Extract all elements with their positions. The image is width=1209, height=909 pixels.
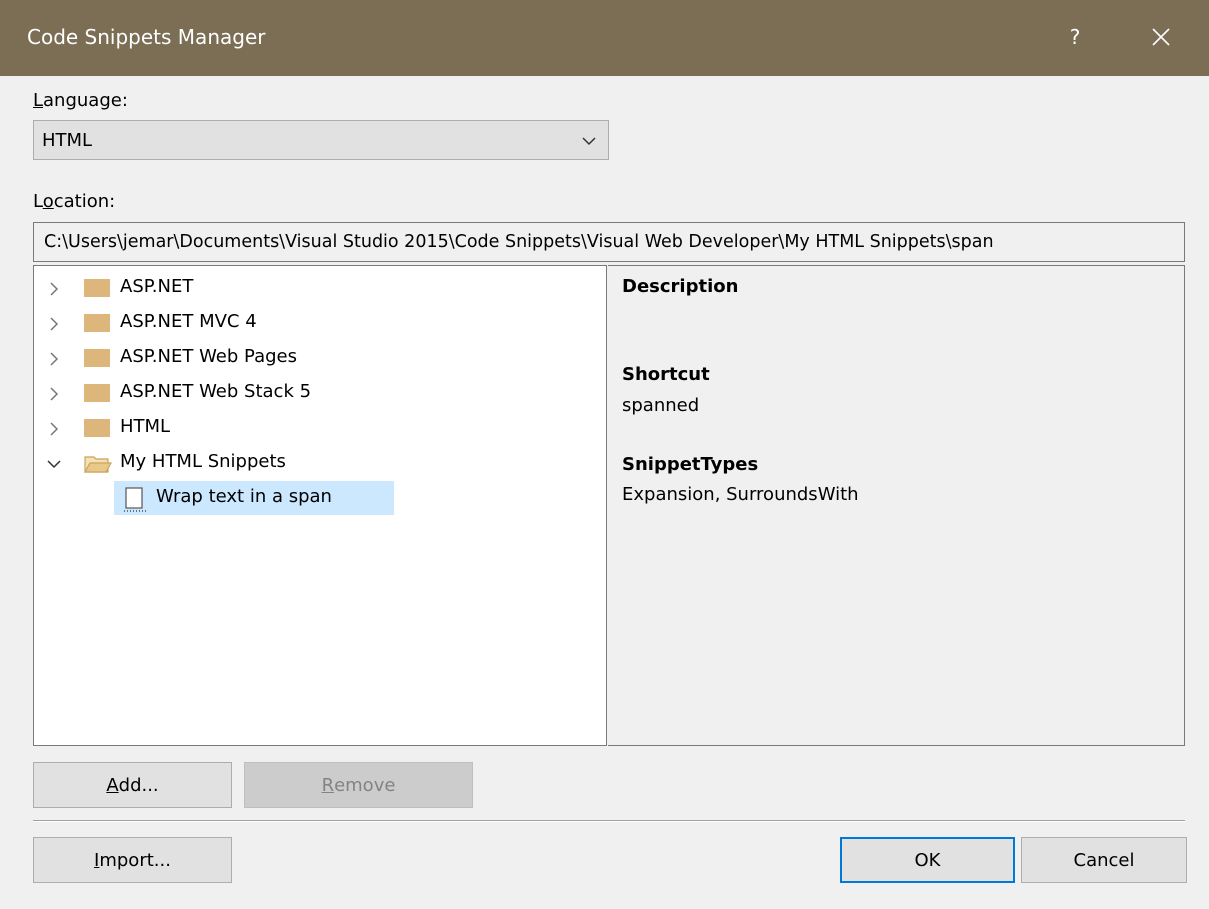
language-select[interactable]: HTML [33,120,609,160]
folder-open-icon [84,456,112,473]
tree-item-label: HTML [120,416,171,437]
tree-item-label: ASP.NET [120,276,194,297]
chevron-right-icon[interactable] [46,421,62,437]
cancel-button[interactable]: Cancel [1021,837,1187,883]
folder-icon [84,279,110,297]
folder-icon [84,419,110,437]
chevron-right-icon[interactable] [46,386,62,402]
chevron-down-icon[interactable] [46,456,62,472]
snippet-types-heading: SnippetTypes [622,454,759,475]
folder-icon [84,349,110,367]
add-button[interactable]: Add... [33,762,232,808]
shortcut-heading: Shortcut [622,364,710,385]
details-panel: Description Shortcut spanned SnippetType… [608,265,1185,746]
folder-icon [84,314,110,332]
snippet-tree[interactable]: ASP.NET ASP.NET MVC 4 ASP.NET Web Pages … [33,265,607,746]
tree-item-aspnet-web-stack-5[interactable]: ASP.NET Web Stack 5 [34,376,594,410]
chevron-right-icon[interactable] [46,316,62,332]
help-button[interactable]: ? [1052,14,1098,60]
tree-item-aspnet[interactable]: ASP.NET [34,271,594,305]
shortcut-value: spanned [622,395,700,416]
tree-item-label: ASP.NET Web Stack 5 [120,381,312,402]
chevron-right-icon[interactable] [46,281,62,297]
separator-highlight [33,821,1185,822]
tree-item-aspnet-mvc4[interactable]: ASP.NET MVC 4 [34,306,594,340]
remove-button[interactable]: Remove [244,762,473,808]
title-bar: Code Snippets Manager ? [0,0,1209,76]
close-icon [1152,28,1170,46]
tree-item-label: ASP.NET MVC 4 [120,311,257,332]
snippet-file-icon [124,487,146,512]
language-selected-value: HTML [42,130,93,151]
language-label: Language: [33,90,128,111]
location-path: C:\Users\jemar\Documents\Visual Studio 2… [44,232,994,252]
tree-item-my-html-snippets[interactable]: My HTML Snippets [34,446,594,480]
ok-button[interactable]: OK [840,837,1015,883]
help-icon: ? [1069,25,1081,49]
description-heading: Description [622,276,739,297]
snippet-types-value: Expansion, SurroundsWith [622,484,859,505]
tree-item-html[interactable]: HTML [34,411,594,445]
tree-item-label: My HTML Snippets [120,451,286,472]
chevron-right-icon[interactable] [46,351,62,367]
tree-item-label: ASP.NET Web Pages [120,346,297,367]
window-title: Code Snippets Manager [27,25,266,49]
tree-item-aspnet-web-pages[interactable]: ASP.NET Web Pages [34,341,594,375]
close-button[interactable] [1138,14,1184,60]
snippet-label: Wrap text in a span [156,486,332,507]
folder-icon [84,384,110,402]
chevron-down-icon [582,137,596,146]
tree-item-snippet-selected[interactable]: Wrap text in a span [114,481,394,515]
location-field[interactable]: C:\Users\jemar\Documents\Visual Studio 2… [33,222,1185,262]
import-button[interactable]: Import... [33,837,232,883]
location-label: Location: [33,191,116,212]
